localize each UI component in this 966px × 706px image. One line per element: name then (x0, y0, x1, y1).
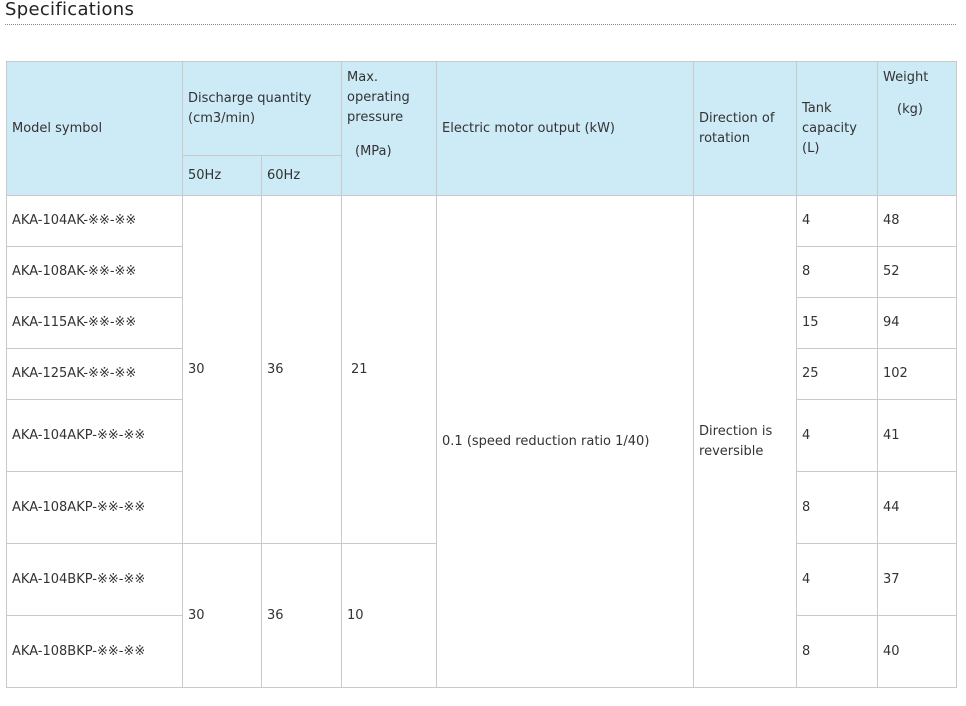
header-model-symbol: Model symbol (6, 61, 183, 196)
model-symbol-cell: AKA-108AKP-※※-※※ (6, 471, 183, 544)
header-weight-unit: (kg) (897, 102, 923, 117)
motor-output-cell: 0.1 (speed reduction ratio 1/40) (436, 195, 695, 688)
weight-cell: 94 (877, 297, 958, 349)
tank-capacity-cell: 4 (796, 399, 879, 472)
specifications-table: Model symbol Discharge quantity (cm3/min… (6, 61, 958, 688)
tank-capacity-cell: 15 (796, 297, 879, 349)
discharge-50hz-cell: 30 (182, 195, 262, 544)
weight-cell: 102 (877, 348, 958, 400)
table-row: AKA-104AK-※※-※※ 30 36 21 0.1 (speed redu… (6, 195, 958, 688)
max-pressure-cell: 10 (341, 543, 438, 688)
tank-capacity-cell: 8 (796, 246, 879, 298)
header-60hz: 60Hz (260, 155, 343, 196)
model-symbol-cell: AKA-104BKP-※※-※※ (6, 543, 183, 616)
header-weight-label: Weight (883, 70, 929, 85)
header-max-pressure: Max. operating pressure (MPa) (341, 61, 438, 196)
model-symbol-cell: AKA-125AK-※※-※※ (6, 348, 183, 400)
header-motor-output: Electric motor output (kW) (436, 61, 695, 196)
direction-of-rotation-cell: Direction is reversible (693, 195, 798, 688)
header-max-pressure-label: Max. operating pressure (347, 70, 410, 125)
header-tank-capacity: Tank capacity (L) (796, 61, 879, 196)
tank-capacity-cell: 25 (796, 348, 879, 400)
header-50hz: 50Hz (182, 155, 262, 196)
tank-capacity-cell: 4 (796, 195, 879, 247)
model-symbol-cell: AKA-104AK-※※-※※ (6, 195, 183, 247)
model-symbol-cell: AKA-115AK-※※-※※ (6, 297, 183, 349)
weight-cell: 44 (877, 471, 958, 544)
model-symbol-cell: AKA-108AK-※※-※※ (6, 246, 183, 298)
discharge-50hz-cell: 30 (182, 543, 262, 688)
header-weight: Weight (kg) (877, 61, 958, 196)
header-max-pressure-unit: (MPa) (355, 144, 392, 159)
weight-cell: 37 (877, 543, 958, 616)
weight-cell: 41 (877, 399, 958, 472)
header-discharge-quantity: Discharge quantity (cm3/min) (181, 61, 343, 156)
table-header: Model symbol Discharge quantity (cm3/min… (6, 61, 958, 196)
tank-capacity-cell: 8 (796, 615, 879, 688)
discharge-60hz-cell: 36 (260, 195, 343, 544)
model-symbol-cell: AKA-108BKP-※※-※※ (6, 615, 183, 688)
weight-cell: 48 (877, 195, 958, 247)
table-body: AKA-104AK-※※-※※ 30 36 21 0.1 (speed redu… (6, 195, 958, 688)
tank-capacity-cell: 4 (796, 543, 879, 616)
weight-cell: 52 (877, 246, 958, 298)
discharge-60hz-cell: 36 (260, 543, 343, 688)
header-direction-of-rotation: Direction of rotation (693, 61, 798, 196)
weight-cell: 40 (877, 615, 958, 688)
section-heading: Specifications (5, 0, 956, 25)
section-title: Specifications (5, 0, 135, 20)
tank-capacity-cell: 8 (796, 471, 879, 544)
max-pressure-cell: 21 (341, 195, 438, 544)
model-symbol-cell: AKA-104AKP-※※-※※ (6, 399, 183, 472)
